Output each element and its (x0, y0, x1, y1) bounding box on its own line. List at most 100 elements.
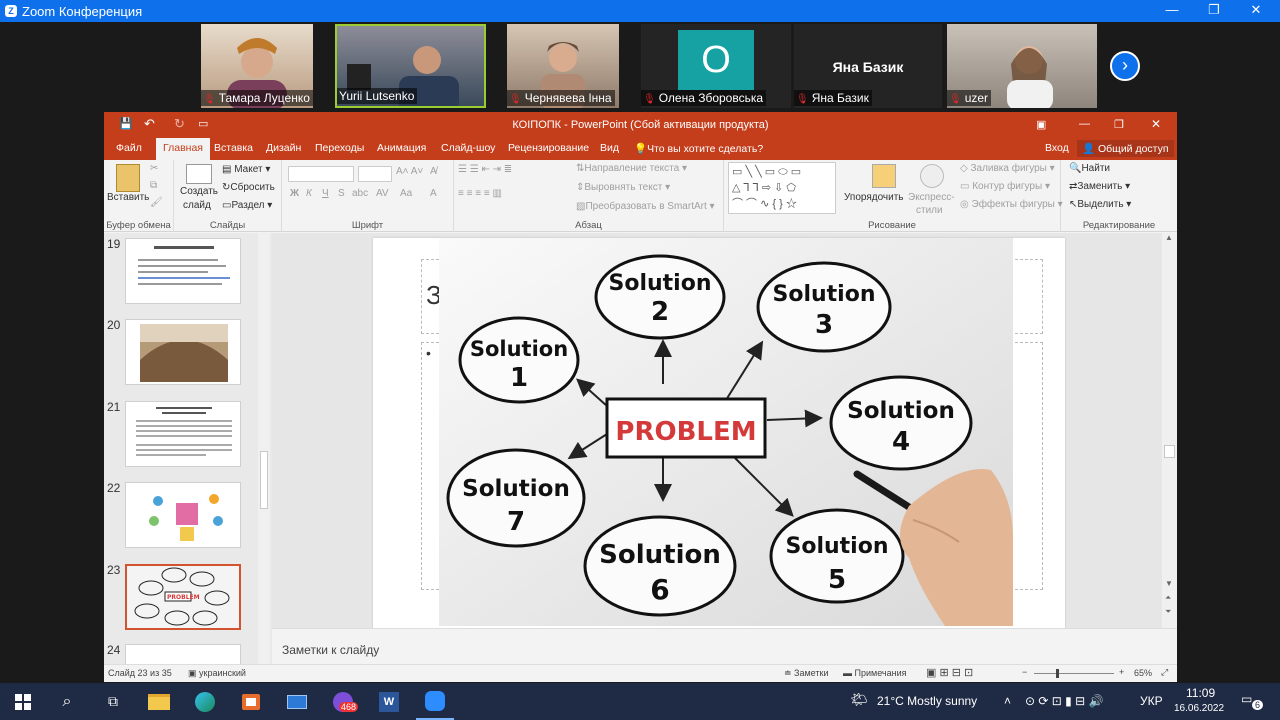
zoom-slider-handle[interactable] (1056, 669, 1059, 678)
clock-time[interactable]: 11:09 (1186, 686, 1215, 700)
comments-toggle[interactable]: ▬ Примечания (843, 668, 906, 678)
tab-view[interactable]: Вид (600, 142, 619, 154)
tab-transitions[interactable]: Переходы (315, 142, 364, 154)
scroll-up-icon[interactable]: ▲ (1165, 233, 1173, 242)
zoom-taskbar-icon[interactable] (416, 683, 454, 720)
ribbon-display-icon[interactable]: ▣ (1036, 118, 1046, 131)
align-icons[interactable]: ≡ ≡ ≡ ≡ ▥ (458, 188, 502, 199)
replace-button[interactable]: ⇄Заменить ▾ (1069, 181, 1130, 192)
arrange-button[interactable]: Упорядочить (844, 192, 904, 203)
underline-button[interactable]: Ч (322, 188, 329, 199)
notes-pane[interactable]: Заметки к слайду (272, 628, 1177, 668)
case-button[interactable]: Aa (400, 188, 412, 199)
slide-thumbnail[interactable] (125, 401, 241, 467)
task-view-icon[interactable]: ⧉ (94, 683, 132, 720)
zoom-in-icon[interactable]: + (1119, 667, 1124, 677)
prev-slide-icon[interactable]: ⏶ (1165, 593, 1171, 603)
start-button[interactable] (4, 683, 42, 720)
share-button[interactable]: 👤 Общий доступ (1077, 140, 1174, 157)
slide-thumbnail[interactable] (125, 319, 241, 385)
spacing-button[interactable]: AV (376, 188, 389, 199)
strike-button[interactable]: S (338, 188, 345, 199)
font-name-input[interactable] (288, 166, 354, 182)
quick-styles-button[interactable]: Экспресс- (908, 192, 955, 203)
smartart-button[interactable]: ▧Преобразовать в SmartArt ▾ (576, 201, 715, 212)
new-slide-button-b[interactable]: слайд (183, 200, 211, 211)
problem-solution-diagram[interactable]: Solution2 Solution3 Solution1 Solution4 … (439, 238, 1013, 626)
participant-tile[interactable]: 🎙 Чернявева Інна (507, 24, 619, 108)
ppt-close-button[interactable]: ✕ (1151, 117, 1161, 131)
shape-effects-button[interactable]: ◎ Эффекты фигуры ▾ (960, 199, 1063, 210)
shape-outline-button[interactable]: ▭ Контур фигуры ▾ (960, 181, 1050, 192)
slide-scrollbar[interactable]: ▲ ▼ ⏶ ⏷ (1162, 233, 1177, 628)
scroll-thumb[interactable] (1164, 445, 1175, 458)
paste-icon[interactable] (116, 164, 140, 192)
select-button[interactable]: ↖Выделить ▾ (1069, 199, 1131, 210)
scroll-thumb[interactable] (260, 451, 268, 509)
slide-thumbnail[interactable] (125, 238, 241, 304)
tab-slideshow[interactable]: Слайд-шоу (441, 142, 495, 154)
active-speaker-tile[interactable]: Yurii Lutsenko (335, 24, 486, 108)
notification-icon[interactable]: ▭ (1241, 692, 1252, 706)
tell-me-box[interactable]: 💡Что вы хотите сделать? (634, 142, 763, 155)
current-slide[interactable]: З • Solution 2 Solution 3 Solution 1 Sol… (373, 238, 1065, 628)
word-icon[interactable]: W (370, 683, 408, 720)
weather-icon[interactable]: 🌤 (850, 691, 868, 708)
font-color-icon[interactable]: A (430, 188, 437, 199)
restore-button[interactable]: ❐ (1194, 0, 1234, 22)
ppt-restore-button[interactable]: ❐ (1114, 118, 1124, 131)
tab-home[interactable]: Главная (156, 138, 210, 160)
notes-toggle[interactable]: ≐ Заметки (784, 668, 828, 679)
zoom-out-icon[interactable]: − (1022, 667, 1027, 677)
clear-format-icon[interactable]: A̸ (430, 166, 437, 177)
align-text-button[interactable]: ⇕Выровнять текст ▾ (576, 182, 670, 193)
copy-icon[interactable]: ⧉ (150, 180, 157, 191)
tab-animation[interactable]: Анимация (377, 142, 426, 154)
reset-button[interactable]: ↻Сбросить (222, 182, 275, 193)
text-direction-button[interactable]: ⇅Направление текста ▾ (576, 163, 687, 174)
tray-chevron-icon[interactable]: ˄ (1004, 694, 1011, 708)
paste-button[interactable]: Вставить (107, 192, 149, 203)
bold-button[interactable]: Ж (290, 188, 299, 199)
shape-fill-button[interactable]: ◇ Заливка фигуры ▾ (960, 163, 1055, 174)
participant-tile[interactable]: 🎙 uzer (947, 24, 1097, 108)
find-button[interactable]: 🔍Найти (1069, 163, 1110, 174)
thumbnail-scrollbar[interactable] (258, 233, 270, 667)
shapes-gallery[interactable]: ▭ ╲ ╲ ▭ ⬭ ▭ △ ⅂ ⅂ ⇨ ⇩ ⬠ ⌒ ⌒ ∿ { } ☆ (728, 162, 836, 214)
new-slide-button[interactable]: Создать (180, 186, 218, 197)
tab-file[interactable]: Файл (116, 142, 142, 154)
quick-styles-icon[interactable] (920, 164, 944, 188)
search-icon[interactable]: ⌕ (48, 683, 86, 720)
cut-icon[interactable]: ✂ (150, 163, 158, 174)
close-button[interactable]: ✕ (1236, 0, 1276, 22)
italic-button[interactable]: К (306, 188, 312, 199)
slide-thumbnail-selected[interactable]: PROBLEM (125, 564, 241, 630)
participant-tile[interactable]: О 🎙 Олена Зборовська (641, 24, 791, 108)
mail-icon[interactable] (278, 683, 316, 720)
clock-date[interactable]: 16.06.2022 (1174, 703, 1224, 714)
view-buttons[interactable]: ▣ ⊞ ⊟ ⊡ (926, 666, 973, 679)
file-explorer-icon[interactable] (140, 683, 178, 720)
layout-button[interactable]: ▤ Макет ▾ (222, 164, 270, 175)
slide-thumbnail[interactable] (125, 482, 241, 548)
edge-icon[interactable] (186, 683, 224, 720)
tab-design[interactable]: Дизайн (266, 142, 301, 154)
weather-text[interactable]: 21°C Mostly sunny (877, 694, 977, 708)
ppt-minimize-button[interactable]: — (1079, 118, 1090, 130)
tab-insert[interactable]: Вставка (214, 142, 253, 154)
next-page-icon[interactable]: › (1110, 51, 1140, 81)
zoom-slider[interactable] (1034, 673, 1114, 674)
input-language[interactable]: УКР (1140, 694, 1163, 708)
section-button[interactable]: ▭Раздел ▾ (222, 200, 272, 211)
shadow-button[interactable]: abc (352, 188, 368, 199)
tab-review[interactable]: Рецензирование (508, 142, 589, 154)
minimize-button[interactable]: — (1152, 0, 1192, 22)
sign-in-link[interactable]: Вход (1045, 142, 1069, 154)
zoom-level[interactable]: 65% (1134, 668, 1152, 678)
participant-tile[interactable]: Яна Базик 🎙 Яна Базик (794, 24, 942, 108)
bullets-icon[interactable]: ☰ ☰ ⇤ ⇥ ≣ (458, 164, 512, 175)
scroll-down-icon[interactable]: ▼ (1165, 579, 1173, 588)
increase-font-icon[interactable]: A˄ A˅ (396, 166, 423, 177)
new-slide-icon[interactable] (186, 164, 212, 184)
viber-icon[interactable]: 468 (324, 683, 362, 720)
